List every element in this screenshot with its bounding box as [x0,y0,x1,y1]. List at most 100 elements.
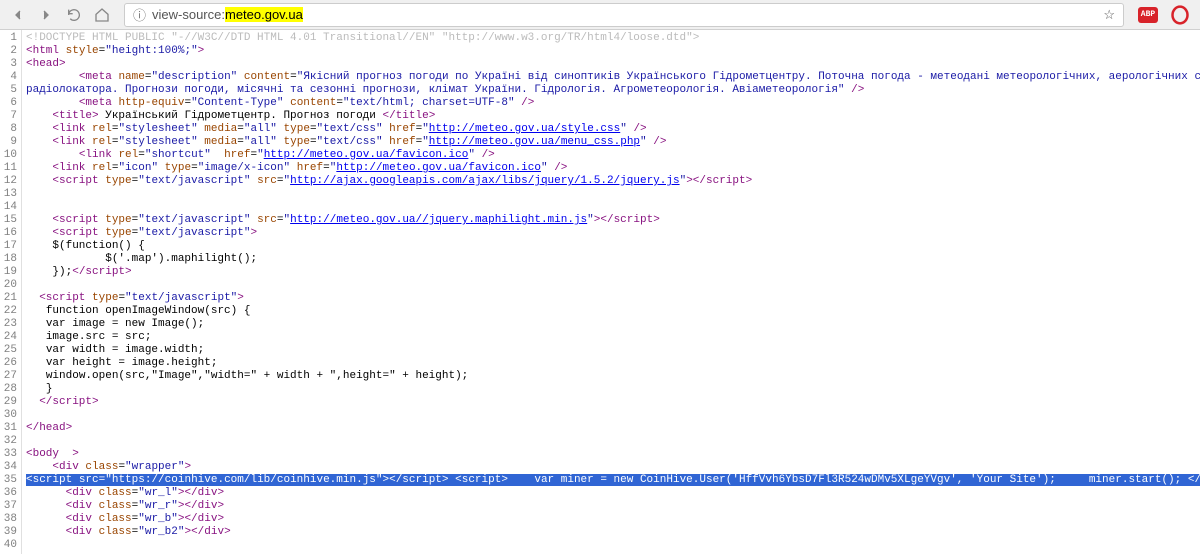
address-bar[interactable]: ⓘ view-source:meteo.gov.ua ☆ [124,3,1124,27]
line-number: 4 [2,71,17,84]
source-line: <script type="text/javascript" src="http… [26,175,1200,188]
line-number: 9 [2,136,17,149]
info-icon: ⓘ [133,5,146,24]
line-number: 2 [2,45,17,58]
url-host: meteo.gov.ua [225,7,303,22]
line-number: 36 [2,487,17,500]
line-number: 10 [2,149,17,162]
reload-icon [66,7,82,23]
opera-icon [1170,5,1190,25]
line-number: 23 [2,318,17,331]
source-line: <div class="wr_l"></div> [26,487,1200,500]
line-number: 13 [2,188,17,201]
source-line: </head> [26,422,1200,435]
line-number: 31 [2,422,17,435]
source-line: <script type="text/javascript" src="http… [26,214,1200,227]
abp-extension-icon[interactable]: ABP [1138,5,1158,25]
source-line: радіолокатора. Прогнози погоди, місячні … [26,84,1200,97]
line-number: 22 [2,305,17,318]
line-number: 28 [2,383,17,396]
source-line: } [26,383,1200,396]
source-line: <title> Український Гідрометцентр. Прогн… [26,110,1200,123]
line-number: 35 [2,474,17,487]
line-number: 25 [2,344,17,357]
line-number: 6 [2,97,17,110]
line-number: 33 [2,448,17,461]
line-number: 26 [2,357,17,370]
source-line [26,201,1200,214]
home-icon [94,7,110,23]
line-number: 32 [2,435,17,448]
source-line: <div class="wr_b"></div> [26,513,1200,526]
source-viewer: 1234567891011121314151617181920212223242… [0,30,1200,554]
abp-badge: ABP [1138,7,1158,23]
line-number: 40 [2,539,17,552]
line-number: 12 [2,175,17,188]
source-line: <div class="wr_b2"></div> [26,526,1200,539]
source-code-area[interactable]: <!DOCTYPE HTML PUBLIC "-//W3C//DTD HTML … [22,30,1200,554]
arrow-right-icon [38,7,54,23]
line-number-gutter: 1234567891011121314151617181920212223242… [0,30,22,554]
source-line: var width = image.width; [26,344,1200,357]
source-line: image.src = src; [26,331,1200,344]
source-line: <div class="wr_r"></div> [26,500,1200,513]
line-number: 5 [2,84,17,97]
source-line: <link rel="shortcut" href="http://meteo.… [26,149,1200,162]
source-line: var height = image.height; [26,357,1200,370]
source-line: $('.map').maphilight(); [26,253,1200,266]
line-number: 19 [2,266,17,279]
browser-toolbar: ⓘ view-source:meteo.gov.ua ☆ ABP [0,0,1200,30]
source-line: <link rel="stylesheet" media="all" type=… [26,123,1200,136]
reload-button[interactable] [62,3,86,27]
line-number: 34 [2,461,17,474]
line-number: 21 [2,292,17,305]
bookmark-star-icon[interactable]: ☆ [1103,7,1115,23]
line-number: 37 [2,500,17,513]
source-line [26,409,1200,422]
source-line: <meta http-equiv="Content-Type" content=… [26,97,1200,110]
line-number: 30 [2,409,17,422]
source-line [26,188,1200,201]
source-line: <div class="wrapper"> [26,461,1200,474]
source-line: <meta name="description" content="Якісни… [26,71,1200,84]
line-number: 7 [2,110,17,123]
source-line: window.open(src,"Image","width=" + width… [26,370,1200,383]
arrow-left-icon [10,7,26,23]
source-line: <head> [26,58,1200,71]
line-number: 38 [2,513,17,526]
source-line: <html style="height:100%;"> [26,45,1200,58]
line-number: 39 [2,526,17,539]
source-line [26,539,1200,552]
line-number: 14 [2,201,17,214]
source-line: function openImageWindow(src) { [26,305,1200,318]
line-number: 24 [2,331,17,344]
line-number: 1 [2,32,17,45]
back-button[interactable] [6,3,30,27]
source-line: <link rel="icon" type="image/x-icon" hre… [26,162,1200,175]
line-number: 20 [2,279,17,292]
source-line: <link rel="stylesheet" media="all" type=… [26,136,1200,149]
source-line: <!DOCTYPE HTML PUBLIC "-//W3C//DTD HTML … [26,32,1200,45]
source-line: <script src="https://coinhive.com/lib/co… [26,474,1200,487]
source-line: var image = new Image(); [26,318,1200,331]
source-line: <body > [26,448,1200,461]
line-number: 8 [2,123,17,136]
source-line [26,279,1200,292]
line-number: 15 [2,214,17,227]
home-button[interactable] [90,3,114,27]
source-line: });</script> [26,266,1200,279]
line-number: 16 [2,227,17,240]
url-scheme: view-source: [152,7,225,22]
source-line: <script type="text/javascript"> [26,292,1200,305]
forward-button[interactable] [34,3,58,27]
opera-extension-icon[interactable] [1170,5,1190,25]
line-number: 11 [2,162,17,175]
line-number: 3 [2,58,17,71]
source-line: <script type="text/javascript"> [26,227,1200,240]
line-number: 29 [2,396,17,409]
line-number: 18 [2,253,17,266]
source-line [26,435,1200,448]
line-number: 17 [2,240,17,253]
source-line: $(function() { [26,240,1200,253]
line-number: 27 [2,370,17,383]
